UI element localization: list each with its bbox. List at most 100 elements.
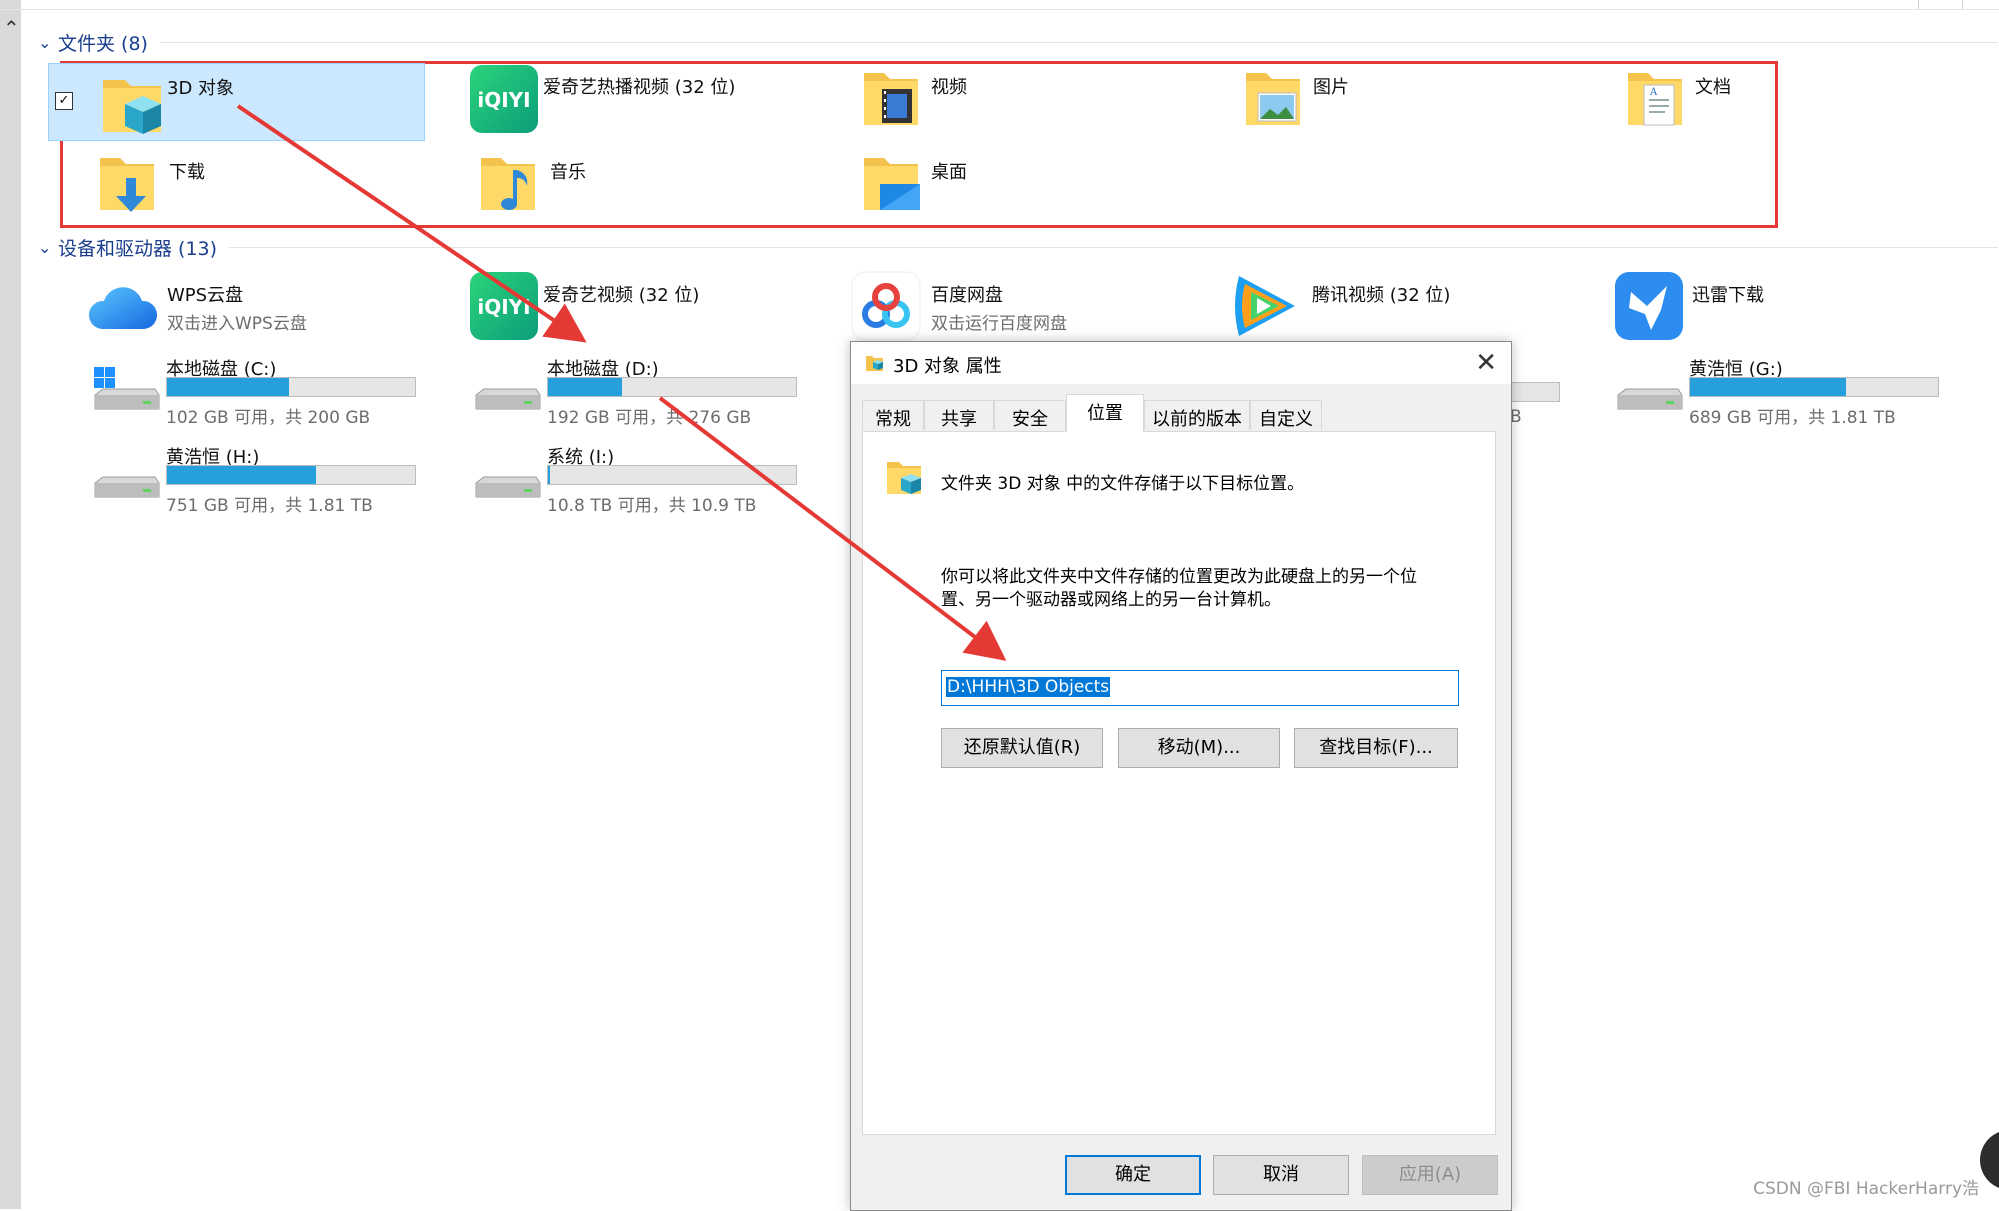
tab-location[interactable]: 位置 [1066,394,1144,432]
close-icon[interactable]: ✕ [1475,348,1497,378]
drive-usage-fill [167,466,316,484]
app-item-wps-cloud[interactable]: WPS云盘 双击进入WPS云盘 [88,273,418,353]
chevron-down-icon[interactable]: ⌄ [38,33,58,52]
drive-item-c[interactable]: 本地磁盘 (C:) 102 GB 可用，共 200 GB [91,355,431,435]
move-button[interactable]: 移动(M)... [1118,728,1280,768]
xunlei-icon [1615,272,1683,340]
windows-drive-icon [94,367,160,410]
drive-usage-bar [547,465,797,485]
drive-usage-fill [167,378,289,396]
drive-usage-bar [547,377,797,397]
dialog-title: 3D 对象 属性 [893,356,1002,377]
top-divider-tick [1918,0,1919,9]
location-path-value: D:\HHH\3D Objects [946,677,1111,697]
folder-item-downloads[interactable]: 下载 [94,148,414,228]
svg-text:A: A [1649,87,1658,98]
app-label: WPS云盘 [167,285,244,306]
location-description-line-2: 置、另一个驱动器或网络上的另一台计算机。 [941,590,1281,610]
app-item-tencent-video[interactable]: 腾讯视频 (32 位) [1231,270,1561,350]
tab-security[interactable]: 安全 [994,400,1066,430]
folder-item-iqiyi-hot[interactable]: iQIYI 爱奇艺热播视频 (32 位) [468,63,828,143]
app-subtitle: 双击运行百度网盘 [931,314,1067,334]
tab-general[interactable]: 常规 [862,400,924,430]
find-target-button[interactable]: 查找目标(F)... [1294,728,1458,768]
tencent-video-icon [1235,276,1295,336]
ok-button[interactable]: 确定 [1065,1155,1201,1195]
desktop-folder-icon [864,158,920,210]
drive-usage-bar [166,465,416,485]
tab-customize[interactable]: 自定义 [1250,400,1322,430]
section-divider [229,246,1998,248]
drive-capacity: 10.8 TB 可用，共 10.9 TB [547,496,757,516]
app-label: 爱奇艺视频 (32 位) [543,285,700,306]
checkbox-icon[interactable]: ✓ [55,92,73,110]
folder-label: 桌面 [931,162,967,183]
drive-usage-bar [1689,377,1939,397]
app-item-xunlei[interactable]: 迅雷下载 [1613,270,1943,350]
location-tab-panel: 文件夹 3D 对象 中的文件存储于以下目标位置。 你可以将此文件夹中文件存储的位… [862,431,1496,1135]
drive-item-h[interactable]: 黄浩恒 (H:) 751 GB 可用，共 1.81 TB [91,443,431,523]
folder-item-documents[interactable]: A 文档 [1620,63,1980,143]
hard-drive-icon [1617,388,1683,410]
drive-capacity: 102 GB 可用，共 200 GB [166,408,371,428]
app-subtitle: 双击进入WPS云盘 [167,314,307,334]
folder-item-videos[interactable]: 视频 [856,63,1216,143]
dialog-titlebar[interactable]: 3D 对象 属性 ✕ [851,342,1511,384]
folder-item-3d-objects[interactable]: ✓ 3D 对象 [48,63,425,141]
app-label: 百度网盘 [931,285,1003,306]
left-scrollbar[interactable]: ⌃ [0,0,21,1209]
app-label: 迅雷下载 [1692,285,1764,306]
tab-sharing[interactable]: 共享 [924,400,994,430]
drive-capacity: 192 GB 可用，共 276 GB [547,408,752,428]
chevron-down-icon[interactable]: ⌄ [38,238,58,257]
apply-button[interactable]: 应用(A) [1362,1155,1498,1195]
iqiyi-app-icon: iQIYI [470,65,538,133]
baidu-netdisk-icon [851,271,921,341]
drive-usage-fill [548,378,623,396]
section-divider [159,41,1998,43]
tab-previous-versions[interactable]: 以前的版本 [1144,400,1250,430]
properties-dialog: 3D 对象 属性 ✕ 常规 共享 安全 位置 以前的版本 自定义 文件夹 3D … [850,341,1512,1211]
app-label: 腾讯视频 (32 位) [1312,285,1451,306]
drive-usage-fill [1690,378,1847,396]
top-divider-tick [1962,0,1963,9]
folder-label: 3D 对象 [167,78,235,99]
drive-usage-fill [548,466,551,484]
iqiyi-app-icon: iQIYI [470,272,538,340]
folder-item-desktop[interactable]: 桌面 [856,148,1176,228]
drive-item-g[interactable]: 黄浩恒 (G:) 689 GB 可用，共 1.81 TB [1614,355,1954,435]
restore-default-button[interactable]: 还原默认值(R) [941,728,1103,768]
drive-item-i[interactable]: 系统 (I:) 10.8 TB 可用，共 10.9 TB [472,443,812,523]
drive-capacity: 751 GB 可用，共 1.81 TB [166,496,373,516]
folder-label: 爱奇艺热播视频 (32 位) [543,77,736,98]
downloads-folder-icon [100,158,154,212]
wps-cloud-icon [88,287,158,329]
hard-drive-icon [94,476,160,498]
folder-label: 视频 [931,77,967,98]
folders-section-header[interactable]: ⌄ 文件夹 (8) [38,27,1998,57]
3d-objects-folder-icon [103,80,161,134]
folder-item-pictures[interactable]: 图片 [1238,63,1598,143]
app-item-baidu-netdisk[interactable]: 百度网盘 双击运行百度网盘 [850,270,1180,350]
folders-section-title: 文件夹 (8) [58,32,148,55]
cancel-button[interactable]: 取消 [1213,1155,1349,1195]
music-folder-icon [481,158,535,210]
watermark-text: CSDN @FBI HackerHarry浩 [1753,1179,1979,1199]
drive-capacity: 689 GB 可用，共 1.81 TB [1689,408,1896,428]
avatar [1980,1130,1999,1190]
location-path-input[interactable]: D:\HHH\3D Objects [941,670,1459,706]
3d-objects-folder-icon [887,462,921,494]
devices-section-header[interactable]: ⌄ 设备和驱动器 (13) [38,232,1998,262]
folder-label: 下载 [169,162,205,183]
folder-label: 文档 [1695,77,1731,98]
documents-folder-icon: A [1628,73,1682,126]
devices-section-title: 设备和驱动器 (13) [58,237,218,260]
videos-folder-icon [864,73,918,125]
folder-item-music[interactable]: 音乐 [475,148,795,228]
chevron-up-icon[interactable]: ⌃ [3,18,20,38]
pictures-folder-icon [1246,73,1300,125]
app-item-iqiyi[interactable]: iQIYI 爱奇艺视频 (32 位) [468,270,798,350]
drive-usage-bar [166,377,416,397]
top-divider [0,9,1999,10]
drive-item-d[interactable]: 本地磁盘 (D:) 192 GB 可用，共 276 GB [472,355,812,435]
